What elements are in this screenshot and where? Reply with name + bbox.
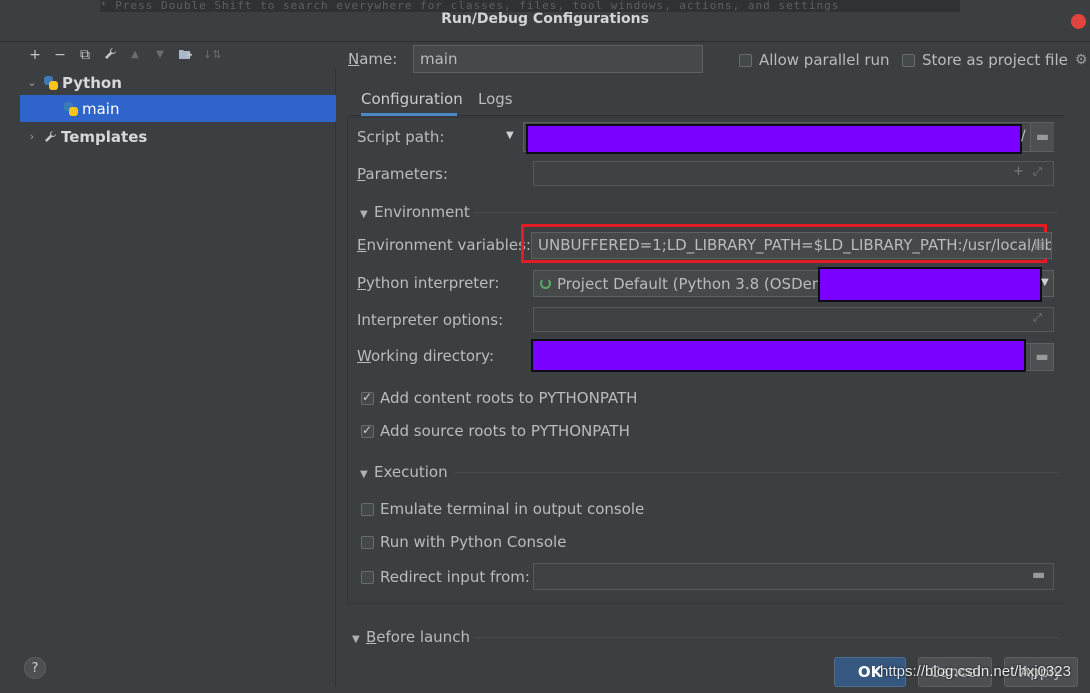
gear-icon[interactable]: ⚙: [1075, 52, 1088, 68]
new-folder-icon[interactable]: [178, 48, 192, 63]
edit-env-icon[interactable]: ▤: [1034, 237, 1045, 251]
env-vars-label: Environment variables:: [357, 236, 531, 254]
move-up-icon[interactable]: ▲: [128, 48, 142, 62]
triangle-down-icon: ▼: [360, 209, 368, 220]
run-console-checkbox[interactable]: Run with Python Console: [361, 533, 566, 551]
add-macro-icon[interactable]: +: [1013, 164, 1024, 179]
config-toolbar: + − ⧉ ▲ ▼ ↓⇅: [22, 44, 342, 66]
interpreter-options-field[interactable]: [533, 307, 1054, 332]
browse-folder-icon[interactable]: ▬: [1030, 123, 1054, 151]
triangle-down-icon: ▼: [360, 469, 368, 480]
allow-parallel-label: Allow parallel run: [759, 51, 890, 69]
store-project-file-checkbox[interactable]: Store as project file ⚙: [902, 51, 1087, 69]
add-source-roots-label: Add source roots to PYTHONPATH: [380, 422, 630, 440]
add-content-roots-label: Add content roots to PYTHONPATH: [380, 389, 638, 407]
tab-bar: Configuration Logs: [350, 84, 1070, 116]
scrollbar[interactable]: [1064, 84, 1072, 604]
expand-icon[interactable]: ⤢: [1033, 165, 1042, 179]
watermark-text: https://blog.csdn.net/hxj0323: [880, 663, 1071, 680]
tree-item-label: main: [82, 99, 120, 118]
dialog-title: Run/Debug Configurations: [441, 11, 649, 27]
redirect-input-label: Redirect input from:: [380, 568, 530, 586]
env-vars-field[interactable]: UNBUFFERED=1;LD_LIBRARY_PATH=$LD_LIBRARY…: [531, 232, 1052, 259]
tree-item-python[interactable]: ⌄ Python: [20, 69, 336, 96]
chevron-down-icon[interactable]: ⌄: [26, 76, 38, 89]
checkbox[interactable]: [361, 502, 374, 516]
script-path-label: Script path:: [357, 128, 445, 146]
redirect-input-checkbox[interactable]: Redirect input from:: [361, 568, 530, 586]
script-type-dropdown-icon[interactable]: ▼: [506, 130, 514, 141]
add-source-roots-checkbox[interactable]: Add source roots to PYTHONPATH: [361, 422, 630, 440]
loading-icon: [540, 278, 551, 289]
tree-item-main[interactable]: main: [20, 95, 336, 122]
move-down-icon[interactable]: ▼: [153, 48, 167, 62]
browse-folder-icon[interactable]: ▬: [1030, 343, 1054, 371]
redacted-interpreter-path: [818, 267, 1042, 302]
chevron-down-icon[interactable]: ▼: [1041, 277, 1049, 288]
checkbox[interactable]: [739, 53, 752, 67]
tab-configuration[interactable]: Configuration: [361, 84, 463, 116]
section-divider: [455, 472, 1058, 473]
copy-icon[interactable]: ⧉: [78, 48, 92, 62]
interpreter-options-label: Interpreter options:: [357, 311, 504, 329]
redacted-script-path: [526, 124, 1022, 154]
name-label: Name:: [348, 50, 398, 68]
remove-icon[interactable]: −: [53, 48, 67, 62]
tree-item-label: Python: [62, 73, 122, 92]
wrench-icon[interactable]: [103, 47, 117, 63]
redirect-input-field[interactable]: [533, 563, 1054, 590]
run-console-label: Run with Python Console: [380, 533, 567, 551]
execution-section-title: Execution: [374, 463, 448, 481]
add-content-roots-checkbox[interactable]: Add content roots to PYTHONPATH: [361, 389, 637, 407]
before-launch-toggle[interactable]: ▼ Before launch: [352, 628, 470, 646]
python-icon: [44, 75, 58, 90]
checkbox[interactable]: [361, 535, 374, 549]
tree-item-label: Templates: [61, 127, 148, 146]
python-icon: [64, 101, 78, 116]
interpreter-label: Python interpreter:: [357, 274, 500, 292]
section-divider: [474, 637, 1058, 638]
chevron-right-icon[interactable]: ›: [26, 130, 38, 143]
checkbox-checked[interactable]: [361, 390, 374, 405]
allow-parallel-checkbox[interactable]: Allow parallel run: [739, 51, 890, 69]
sort-icon[interactable]: ↓⇅: [203, 48, 221, 62]
close-button[interactable]: [1071, 14, 1086, 29]
execution-section-toggle[interactable]: ▼ Execution: [360, 463, 448, 481]
path-slash: /: [1021, 128, 1026, 144]
triangle-down-icon: ▼: [352, 634, 360, 645]
name-field[interactable]: main: [413, 45, 703, 73]
checkbox[interactable]: [361, 570, 374, 584]
environment-section-toggle[interactable]: ▼ Environment: [360, 203, 470, 221]
checkbox-checked[interactable]: [361, 423, 374, 438]
section-divider: [474, 212, 1058, 213]
before-launch-title: Before launch: [366, 628, 470, 646]
expand-icon[interactable]: ⤢: [1033, 311, 1042, 325]
emulate-terminal-label: Emulate terminal in output console: [380, 500, 645, 518]
parameters-field[interactable]: [533, 161, 1054, 186]
browse-folder-icon[interactable]: ▬: [1032, 567, 1045, 583]
wrench-icon: [44, 130, 57, 143]
environment-section-title: Environment: [374, 203, 470, 221]
working-dir-label: Working directory:: [357, 347, 495, 365]
emulate-terminal-checkbox[interactable]: Emulate terminal in output console: [361, 500, 644, 518]
help-button[interactable]: ?: [24, 657, 46, 679]
config-tree: ⌄ Python main › Templates: [20, 68, 336, 687]
redacted-working-dir: [531, 339, 1026, 372]
parameters-label: Parameters:: [357, 165, 448, 183]
store-project-file-label: Store as project file: [922, 51, 1068, 69]
tab-logs[interactable]: Logs: [478, 84, 513, 116]
interpreter-value: Project Default (Python 3.8 (OSDemo)): [557, 274, 848, 293]
add-icon[interactable]: +: [28, 48, 42, 62]
tree-item-templates[interactable]: › Templates: [20, 123, 336, 150]
checkbox[interactable]: [902, 53, 915, 67]
